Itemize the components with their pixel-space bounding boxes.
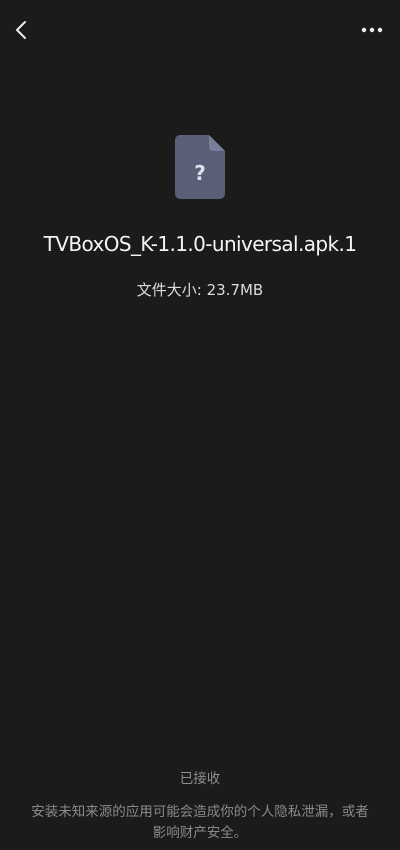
more-horizontal-icon [361,27,383,33]
status-text: 已接收 [179,771,221,787]
chevron-left-icon [16,21,26,39]
file-size: 文件大小: 23.7MB [136,281,264,299]
file-name: TVBoxOS_K-1.1.0-universal.apk.1 [43,232,357,256]
more-options-button[interactable] [354,14,390,46]
security-warning: 安装未知来源的应用可能会造成你的个人隐私泄漏，或者影响财产安全。 [31,804,369,841]
question-mark-glyph: ? [194,161,206,185]
top-bar [0,0,400,64]
unknown-file-icon: ? [175,135,225,199]
back-button[interactable] [6,14,38,46]
